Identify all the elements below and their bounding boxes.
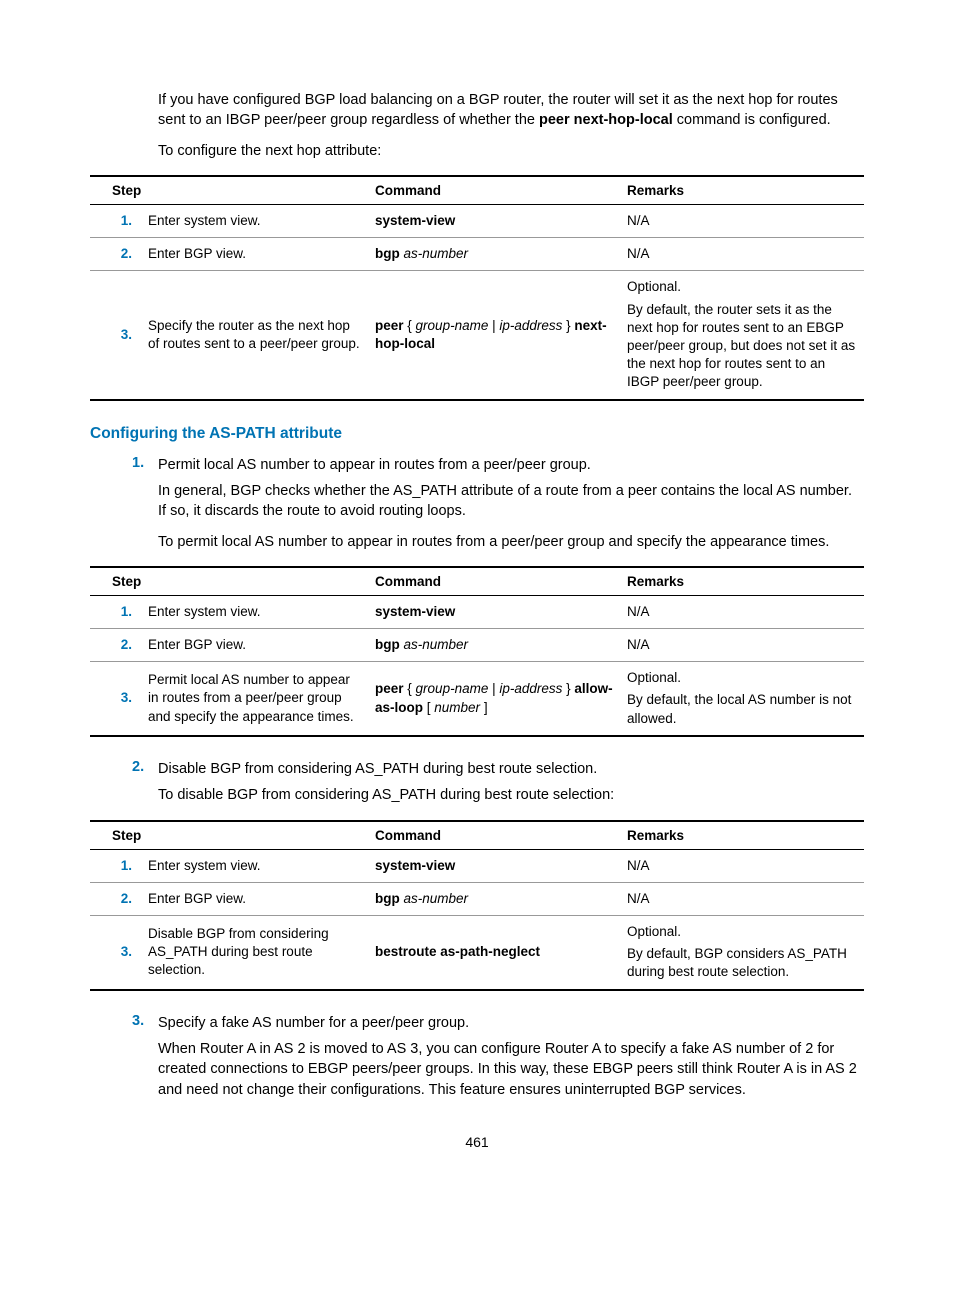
row-step: Enter system view. <box>142 204 369 237</box>
row-number: 2. <box>90 238 142 271</box>
para: When Router A in AS 2 is moved to AS 3, … <box>90 1039 864 1100</box>
row-step: Disable BGP from considering AS_PATH dur… <box>142 915 369 989</box>
list-item-3: 3. Specify a fake AS number for a peer/p… <box>90 1013 864 1033</box>
list-text: Permit local AS number to appear in rout… <box>158 455 864 475</box>
row-number: 1. <box>90 595 142 628</box>
th-command: Command <box>369 821 621 850</box>
row-command: system-view <box>369 849 621 882</box>
table-row: 3.Disable BGP from considering AS_PATH d… <box>90 915 864 989</box>
table-row: 2.Enter BGP view.bgp as-numberN/A <box>90 238 864 271</box>
para: To disable BGP from considering AS_PATH … <box>90 785 864 805</box>
th-remarks: Remarks <box>621 176 864 205</box>
row-remarks: N/A <box>621 629 864 662</box>
th-remarks: Remarks <box>621 821 864 850</box>
row-number: 2. <box>90 629 142 662</box>
row-remarks: N/A <box>621 882 864 915</box>
list-text: Disable BGP from considering AS_PATH dur… <box>158 759 864 779</box>
row-step: Enter BGP view. <box>142 629 369 662</box>
list-text: Specify a fake AS number for a peer/peer… <box>158 1013 864 1033</box>
row-step: Enter BGP view. <box>142 238 369 271</box>
table-row: 1.Enter system view.system-viewN/A <box>90 204 864 237</box>
list-number: 1. <box>90 455 158 475</box>
table-bestroute: Step Command Remarks 1.Enter system view… <box>90 820 864 991</box>
row-step: Enter system view. <box>142 595 369 628</box>
list-item-2: 2. Disable BGP from considering AS_PATH … <box>90 759 864 779</box>
row-command: bgp as-number <box>369 629 621 662</box>
th-step: Step <box>112 183 141 198</box>
table-next-hop: Step Command Remarks 1.Enter system view… <box>90 175 864 401</box>
row-number: 1. <box>90 204 142 237</box>
row-step: Enter BGP view. <box>142 882 369 915</box>
row-remarks: Optional.By default, BGP considers AS_PA… <box>621 915 864 989</box>
row-command: peer { group-name | ip-address } next-ho… <box>369 271 621 400</box>
table-row: 1.Enter system view.system-viewN/A <box>90 595 864 628</box>
row-step: Enter system view. <box>142 849 369 882</box>
table-row: 1.Enter system view.system-viewN/A <box>90 849 864 882</box>
row-number: 3. <box>90 271 142 400</box>
list-number: 2. <box>90 759 158 779</box>
table-row: 2.Enter BGP view.bgp as-numberN/A <box>90 629 864 662</box>
table-allow-as-loop: Step Command Remarks 1.Enter system view… <box>90 566 864 737</box>
th-step: Step <box>112 574 141 589</box>
list-item-1: 1. Permit local AS number to appear in r… <box>90 455 864 475</box>
row-remarks: N/A <box>621 849 864 882</box>
row-number: 3. <box>90 662 142 736</box>
cmd-name: peer next-hop-local <box>539 112 673 128</box>
row-remarks: Optional.By default, the router sets it … <box>621 271 864 400</box>
row-number: 2. <box>90 882 142 915</box>
row-number: 1. <box>90 849 142 882</box>
table-row: 3.Permit local AS number to appear in ro… <box>90 662 864 736</box>
row-remarks: N/A <box>621 238 864 271</box>
para: To permit local AS number to appear in r… <box>90 532 864 552</box>
para: In general, BGP checks whether the AS_PA… <box>90 481 864 522</box>
row-command: bgp as-number <box>369 882 621 915</box>
th-remarks: Remarks <box>621 567 864 596</box>
intro-para-2: To configure the next hop attribute: <box>90 141 864 161</box>
list-number: 3. <box>90 1013 158 1033</box>
table-row: 3.Specify the router as the next hop of … <box>90 271 864 400</box>
row-command: peer { group-name | ip-address } allow-a… <box>369 662 621 736</box>
row-remarks: Optional.By default, the local AS number… <box>621 662 864 736</box>
row-command: system-view <box>369 595 621 628</box>
row-command: bestroute as-path-neglect <box>369 915 621 989</box>
intro-para-1: If you have configured BGP load balancin… <box>90 90 864 131</box>
tbody: 1.Enter system view.system-viewN/A2.Ente… <box>90 595 864 736</box>
text: command is configured. <box>673 112 831 128</box>
th-step: Step <box>112 828 141 843</box>
row-number: 3. <box>90 915 142 989</box>
section-heading-aspath: Configuring the AS-PATH attribute <box>90 425 864 443</box>
row-remarks: N/A <box>621 595 864 628</box>
th-command: Command <box>369 176 621 205</box>
row-step: Permit local AS number to appear in rout… <box>142 662 369 736</box>
row-remarks: N/A <box>621 204 864 237</box>
table-row: 2.Enter BGP view.bgp as-numberN/A <box>90 882 864 915</box>
row-command: bgp as-number <box>369 238 621 271</box>
page-number: 461 <box>90 1134 864 1150</box>
tbody: 1.Enter system view.system-viewN/A2.Ente… <box>90 204 864 399</box>
row-step: Specify the router as the next hop of ro… <box>142 271 369 400</box>
tbody: 1.Enter system view.system-viewN/A2.Ente… <box>90 849 864 990</box>
row-command: system-view <box>369 204 621 237</box>
th-command: Command <box>369 567 621 596</box>
